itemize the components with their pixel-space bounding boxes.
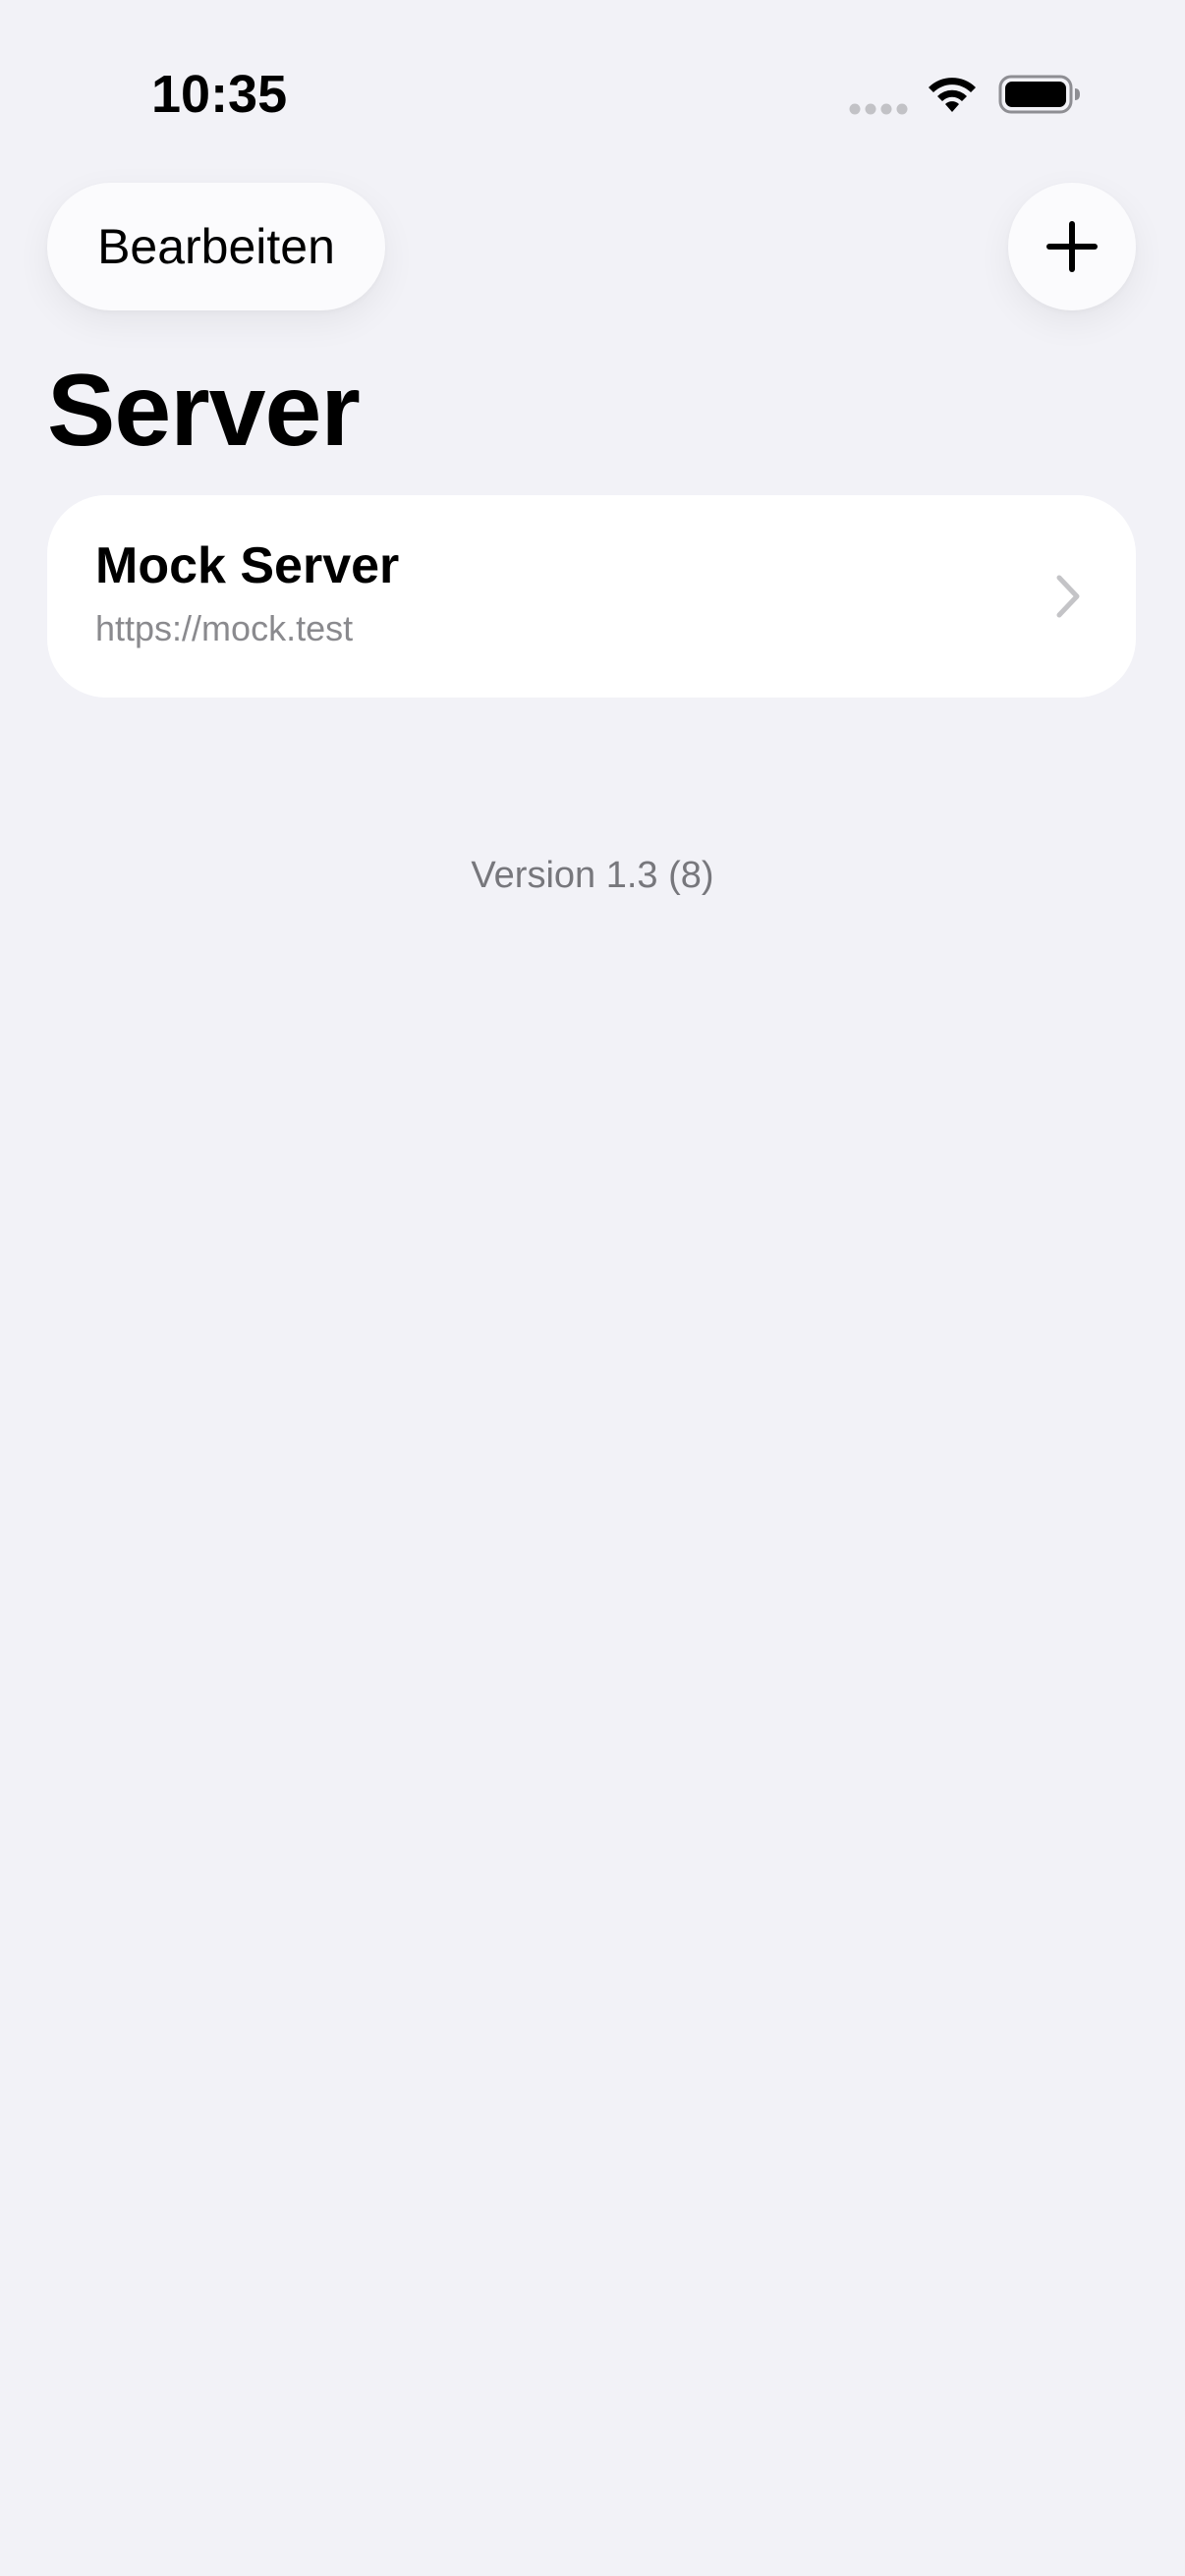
status-time: 10:35 xyxy=(151,65,288,124)
plus-icon xyxy=(1046,221,1098,272)
server-url: https://mock.test xyxy=(95,608,354,648)
battery-icon xyxy=(998,75,1080,114)
page-title: Server xyxy=(47,354,361,468)
wifi-icon xyxy=(929,78,976,112)
server-name: Mock Server xyxy=(95,537,400,594)
status-bar: 10:35 xyxy=(0,0,1185,187)
edit-button[interactable]: Bearbeiten xyxy=(47,183,385,310)
server-list-item[interactable]: Mock Server https://mock.test xyxy=(47,495,1136,698)
add-server-button[interactable] xyxy=(1008,183,1136,310)
version-label: Version 1.3 (8) xyxy=(471,855,714,896)
cellular-signal-icon xyxy=(849,103,908,115)
chevron-right-icon xyxy=(1056,575,1080,618)
